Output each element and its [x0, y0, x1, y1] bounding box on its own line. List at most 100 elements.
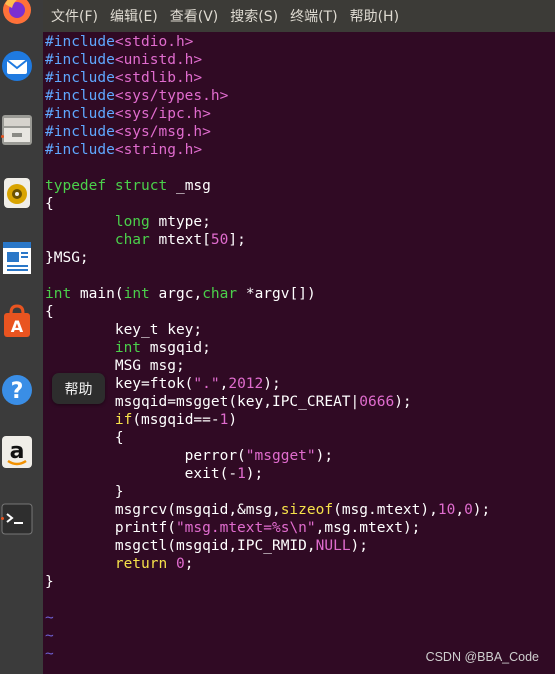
- code-token: key_t key;: [45, 322, 203, 338]
- code-token: 10: [437, 502, 456, 518]
- code-line: exit(-1);: [45, 465, 490, 483]
- code-token: ".": [193, 376, 220, 392]
- files-icon[interactable]: [0, 111, 34, 147]
- code-token: int: [123, 286, 150, 302]
- thunderbird-icon[interactable]: [0, 48, 34, 84]
- code-token: );: [245, 466, 264, 482]
- code-line: perror("msgget");: [45, 447, 490, 465]
- code-token: _msg: [167, 178, 211, 194]
- code-line: }: [45, 483, 490, 501]
- code-token: 2012: [228, 376, 264, 392]
- menubar: 文件(F) 编辑(E) 查看(V) 搜索(S) 终端(T) 帮助(H): [43, 0, 555, 32]
- code-token: 0666: [359, 394, 395, 410]
- code-token: ;: [184, 556, 194, 572]
- terminal-icon[interactable]: [0, 501, 34, 537]
- rhythmbox-icon[interactable]: [0, 174, 34, 210]
- code-line: msgqid=msgget(key,IPC_CREAT|0666);: [45, 393, 490, 411]
- code-line: msgrcv(msgqid,&msg,sizeof(msg.mtext),10,…: [45, 501, 490, 519]
- software-center-icon[interactable]: A: [0, 303, 34, 339]
- code-token: (msgqid==-: [132, 412, 220, 428]
- code-line: int msgqid;: [45, 339, 490, 357]
- menu-search[interactable]: 搜索(S): [230, 6, 278, 26]
- menu-file[interactable]: 文件(F): [51, 6, 98, 26]
- dock: A ? a: [0, 0, 43, 674]
- menu-terminal[interactable]: 终端(T): [290, 6, 337, 26]
- code-line: #include<sys/msg.h>: [45, 123, 490, 141]
- code-line: char mtext[50];: [45, 231, 490, 249]
- code-line: key=ftok(".",2012);: [45, 375, 490, 393]
- code-token: NULL: [315, 538, 351, 554]
- code-line: {: [45, 429, 490, 447]
- code-line: #include<sys/ipc.h>: [45, 105, 490, 123]
- code-token: );: [394, 394, 412, 410]
- code-token: perror(: [45, 448, 246, 464]
- code-token: <string.h>: [114, 142, 203, 158]
- code-token: }MSG;: [45, 250, 89, 266]
- amazon-icon[interactable]: a: [0, 434, 34, 470]
- code-token: mtext[: [149, 232, 211, 248]
- code-token: {: [45, 196, 54, 212]
- code-token: struct: [114, 178, 168, 194]
- code-token: #include: [45, 124, 115, 140]
- code-token: <sys/ipc.h>: [114, 106, 211, 122]
- code-token: <unistd.h>: [114, 52, 203, 68]
- code-token: msgrcv(msgqid,&msg,: [45, 502, 281, 518]
- code-token: int: [114, 340, 142, 356]
- code-line: #include<sys/types.h>: [45, 87, 490, 105]
- code-token: #include: [45, 142, 115, 158]
- code-token: <stdio.h>: [114, 34, 194, 50]
- code-line: if(msgqid==-1): [45, 411, 490, 429]
- code-line: MSG msg;: [45, 357, 490, 375]
- code-token: #include: [45, 106, 115, 122]
- code-token: mtype;: [149, 214, 211, 230]
- code-line: return 0;: [45, 555, 490, 573]
- code-token: char: [114, 232, 150, 248]
- code-line: {: [45, 195, 490, 213]
- code-token: ~: [45, 628, 54, 644]
- menu-edit[interactable]: 编辑(E): [110, 6, 158, 26]
- code-line: ~: [45, 627, 490, 645]
- running-indicator: [1, 135, 4, 138]
- code-token: 50: [210, 232, 229, 248]
- code-token: msgqid;: [141, 340, 211, 356]
- code-line: typedef struct _msg: [45, 177, 490, 195]
- code-line: #include<stdlib.h>: [45, 69, 490, 87]
- running-indicator: [1, 517, 4, 520]
- firefox-icon[interactable]: [0, 0, 34, 28]
- code-line: printf("msg.mtext=%s\n",msg.mtext);: [45, 519, 490, 537]
- code-line: msgctl(msgqid,IPC_RMID,NULL);: [45, 537, 490, 555]
- code-token: argc,: [149, 286, 203, 302]
- terminal-output[interactable]: #include<stdio.h> #include<unistd.h> #incl…: [43, 32, 555, 674]
- code-token: main(: [71, 286, 124, 302]
- code-token: ~: [45, 610, 54, 626]
- code-token: sizeof: [280, 502, 334, 518]
- code-token: 0: [464, 502, 473, 518]
- code-token: int: [45, 286, 72, 302]
- help-icon[interactable]: ?: [0, 372, 34, 408]
- svg-text:?: ?: [11, 379, 24, 404]
- code-line: ~: [45, 609, 490, 627]
- code-token: <sys/types.h>: [114, 88, 229, 104]
- code-token: );: [263, 376, 281, 392]
- code-token: );: [315, 448, 334, 464]
- menu-view[interactable]: 查看(V): [170, 6, 219, 26]
- code-token: ];: [228, 232, 246, 248]
- code-token: {: [45, 304, 54, 320]
- code-token: <sys/msg.h>: [114, 124, 211, 140]
- libreoffice-writer-icon[interactable]: [0, 240, 34, 276]
- code-token: ): [228, 412, 238, 428]
- code-line: {: [45, 303, 490, 321]
- code-token: {: [45, 430, 124, 446]
- code-line: int main(int argc,char *argv[]): [45, 285, 490, 303]
- code-token: "msgget": [245, 448, 316, 464]
- code-line: }MSG;: [45, 249, 490, 267]
- menu-help[interactable]: 帮助(H): [350, 6, 399, 26]
- watermark: CSDN @BBA_Code: [425, 650, 539, 664]
- code-token: msgctl(msgqid,IPC_RMID,: [45, 538, 316, 554]
- help-tooltip: 帮助: [52, 373, 105, 404]
